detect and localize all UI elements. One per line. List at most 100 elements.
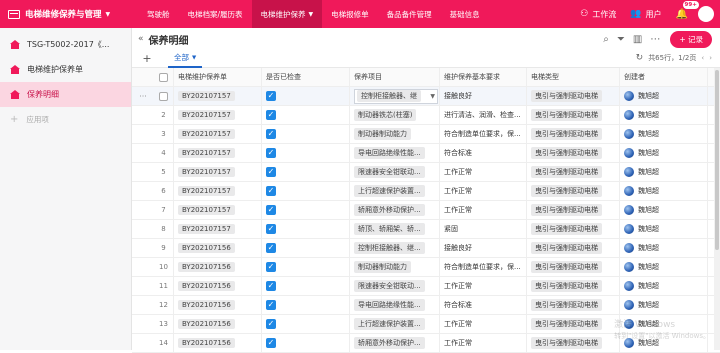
- maintenance-item-chip[interactable]: 控制柜接触器、继...: [354, 242, 425, 254]
- notifications-button[interactable]: 🔔 99+: [676, 0, 699, 20]
- item-cell[interactable]: 上行超速保护装置...: [350, 181, 440, 201]
- requirement-cell[interactable]: 紧固: [440, 219, 527, 239]
- checked-checkbox[interactable]: ✓: [266, 262, 276, 272]
- nav-tab-spare-parts[interactable]: 备品备件管理: [378, 0, 441, 28]
- row-actions-icon[interactable]: [132, 125, 154, 144]
- creator-cell[interactable]: 魏旭超: [620, 257, 708, 277]
- refresh-icon[interactable]: ↻: [636, 53, 644, 63]
- nav-tab-repair-orders[interactable]: 电梯报修单: [322, 0, 378, 28]
- requirement-cell[interactable]: 进行清洁、润滑、检查...: [440, 105, 527, 125]
- prev-page-button[interactable]: ‹: [701, 54, 704, 62]
- type-cell[interactable]: 曳引与强制驱动电梯: [527, 276, 620, 296]
- checked-cell[interactable]: ✓: [262, 257, 350, 277]
- maintenance-item-chip[interactable]: 限速器安全钳联动...: [354, 166, 425, 178]
- creator-cell[interactable]: 魏旭超: [620, 219, 708, 239]
- row-actions-icon[interactable]: ···: [132, 87, 154, 106]
- type-cell[interactable]: 曳引与强制驱动电梯: [527, 295, 620, 315]
- users-button[interactable]: 👥 用户: [630, 9, 661, 20]
- checked-cell[interactable]: ✓: [262, 162, 350, 182]
- checked-cell[interactable]: ✓: [262, 276, 350, 296]
- checked-checkbox[interactable]: ✓: [266, 243, 276, 253]
- requirement-cell[interactable]: 接触良好: [440, 238, 527, 258]
- creator-cell[interactable]: 魏旭超: [620, 105, 708, 125]
- view-tab-all[interactable]: 全部 ▼: [168, 50, 203, 68]
- item-cell[interactable]: 导电回路绝缘性能...: [350, 143, 440, 163]
- maintenance-item-chip[interactable]: 限速器安全钳联动...: [354, 280, 425, 292]
- order-cell[interactable]: BY202107156: [174, 257, 262, 277]
- table-row[interactable]: 11 BY202107156 ✓ 限速器安全钳联动... 工作正常 曳引与强制驱…: [132, 276, 720, 296]
- checked-checkbox[interactable]: ✓: [266, 186, 276, 196]
- requirement-cell[interactable]: 工作正常: [440, 276, 527, 296]
- checked-cell[interactable]: ✓: [262, 295, 350, 315]
- row-select-checkbox[interactable]: [159, 91, 168, 101]
- item-cell[interactable]: 轿厢意外移动保护...: [350, 200, 440, 220]
- row-actions-icon[interactable]: [132, 239, 154, 258]
- order-chip[interactable]: BY202107156: [178, 319, 235, 329]
- checked-checkbox[interactable]: ✓: [266, 167, 276, 177]
- row-actions-icon[interactable]: [132, 163, 154, 182]
- column-header[interactable]: 创建者: [620, 67, 708, 87]
- order-chip[interactable]: BY202107156: [178, 300, 235, 310]
- order-cell[interactable]: BY202107157: [174, 200, 262, 220]
- nav-tab-dashboard[interactable]: 驾驶舱: [138, 0, 179, 28]
- order-cell[interactable]: BY202107157: [174, 162, 262, 182]
- table-row[interactable]: 9 BY202107156 ✓ 控制柜接触器、继... 接触良好 曳引与强制驱动…: [132, 238, 720, 258]
- requirement-cell[interactable]: 工作正常: [440, 181, 527, 201]
- row-actions-icon[interactable]: [132, 258, 154, 277]
- row-actions-icon[interactable]: [132, 220, 154, 239]
- order-chip[interactable]: BY202107157: [178, 224, 235, 234]
- requirement-cell[interactable]: 工作正常: [440, 162, 527, 182]
- checked-checkbox[interactable]: ✓: [266, 338, 276, 348]
- vertical-scrollbar[interactable]: [714, 68, 720, 350]
- select-all-checkbox[interactable]: [154, 67, 174, 87]
- checked-cell[interactable]: ✓: [262, 86, 350, 106]
- maintenance-item-chip[interactable]: 轿顶、轿厢架、轿...: [354, 223, 425, 235]
- more-options-icon[interactable]: ⋯: [650, 34, 660, 45]
- type-cell[interactable]: 曳引与强制驱动电梯: [527, 314, 620, 334]
- maintenance-item-chip[interactable]: 制动器制动能力: [354, 128, 411, 140]
- order-cell[interactable]: BY202107156: [174, 276, 262, 296]
- scrollbar-thumb[interactable]: [715, 70, 719, 250]
- maintenance-item-chip[interactable]: 上行超速保护装置...: [354, 318, 425, 330]
- maintenance-item-chip[interactable]: 导电回路绝缘性能...: [354, 147, 425, 159]
- creator-cell[interactable]: 魏旭超: [620, 86, 708, 106]
- column-header[interactable]: 电梯类型: [527, 67, 620, 87]
- checked-cell[interactable]: ✓: [262, 105, 350, 125]
- checked-checkbox[interactable]: ✓: [266, 205, 276, 215]
- row-actions-icon[interactable]: [132, 315, 154, 334]
- chart-icon[interactable]: ▥: [633, 34, 642, 45]
- checked-cell[interactable]: ✓: [262, 143, 350, 163]
- creator-cell[interactable]: 魏旭超: [620, 295, 708, 315]
- requirement-cell[interactable]: 符合制造单位要求，保...: [440, 124, 527, 144]
- order-cell[interactable]: BY202107157: [174, 181, 262, 201]
- row-actions-icon[interactable]: [132, 277, 154, 296]
- row-actions-icon[interactable]: [132, 182, 154, 201]
- order-cell[interactable]: BY202107156: [174, 238, 262, 258]
- requirement-cell[interactable]: 符合制造单位要求，保...: [440, 257, 527, 277]
- order-chip[interactable]: BY202107157: [178, 186, 235, 196]
- order-chip[interactable]: BY202107156: [178, 281, 235, 291]
- maintenance-item-chip[interactable]: 制动器铁芯(柱塞): [354, 109, 417, 121]
- search-icon[interactable]: ⌕: [603, 34, 609, 45]
- row-index[interactable]: [154, 86, 174, 106]
- checked-cell[interactable]: ✓: [262, 181, 350, 201]
- row-actions-icon[interactable]: [132, 201, 154, 220]
- requirement-cell[interactable]: 符合标准: [440, 295, 527, 315]
- column-header[interactable]: 电梯维护保养单: [174, 67, 262, 87]
- row-actions-icon[interactable]: [132, 106, 154, 125]
- workflow-button[interactable]: ⚇ 工作流: [580, 9, 616, 20]
- table-row[interactable]: 4 BY202107157 ✓ 导电回路绝缘性能... 符合标准 曳引与强制驱动…: [132, 143, 720, 163]
- checked-cell[interactable]: ✓: [262, 238, 350, 258]
- creator-cell[interactable]: 魏旭超: [620, 238, 708, 258]
- requirement-cell[interactable]: 工作正常: [440, 314, 527, 334]
- type-cell[interactable]: 曳引与强制驱动电梯: [527, 181, 620, 201]
- type-cell[interactable]: 曳引与强制驱动电梯: [527, 105, 620, 125]
- order-cell[interactable]: BY202107156: [174, 295, 262, 315]
- maintenance-item-chip[interactable]: 轿厢意外移动保护...: [354, 204, 425, 216]
- table-row[interactable]: 6 BY202107157 ✓ 上行超速保护装置... 工作正常 曳引与强制驱动…: [132, 181, 720, 201]
- creator-cell[interactable]: 魏旭超: [620, 124, 708, 144]
- table-row[interactable]: 8 BY202107157 ✓ 轿顶、轿厢架、轿... 紧固 曳引与强制驱动电梯…: [132, 219, 720, 239]
- order-chip[interactable]: BY202107157: [178, 129, 235, 139]
- table-row[interactable]: 2 BY202107157 ✓ 制动器铁芯(柱塞) 进行清洁、润滑、检查... …: [132, 105, 720, 125]
- add-record-button[interactable]: + 记录: [670, 31, 712, 48]
